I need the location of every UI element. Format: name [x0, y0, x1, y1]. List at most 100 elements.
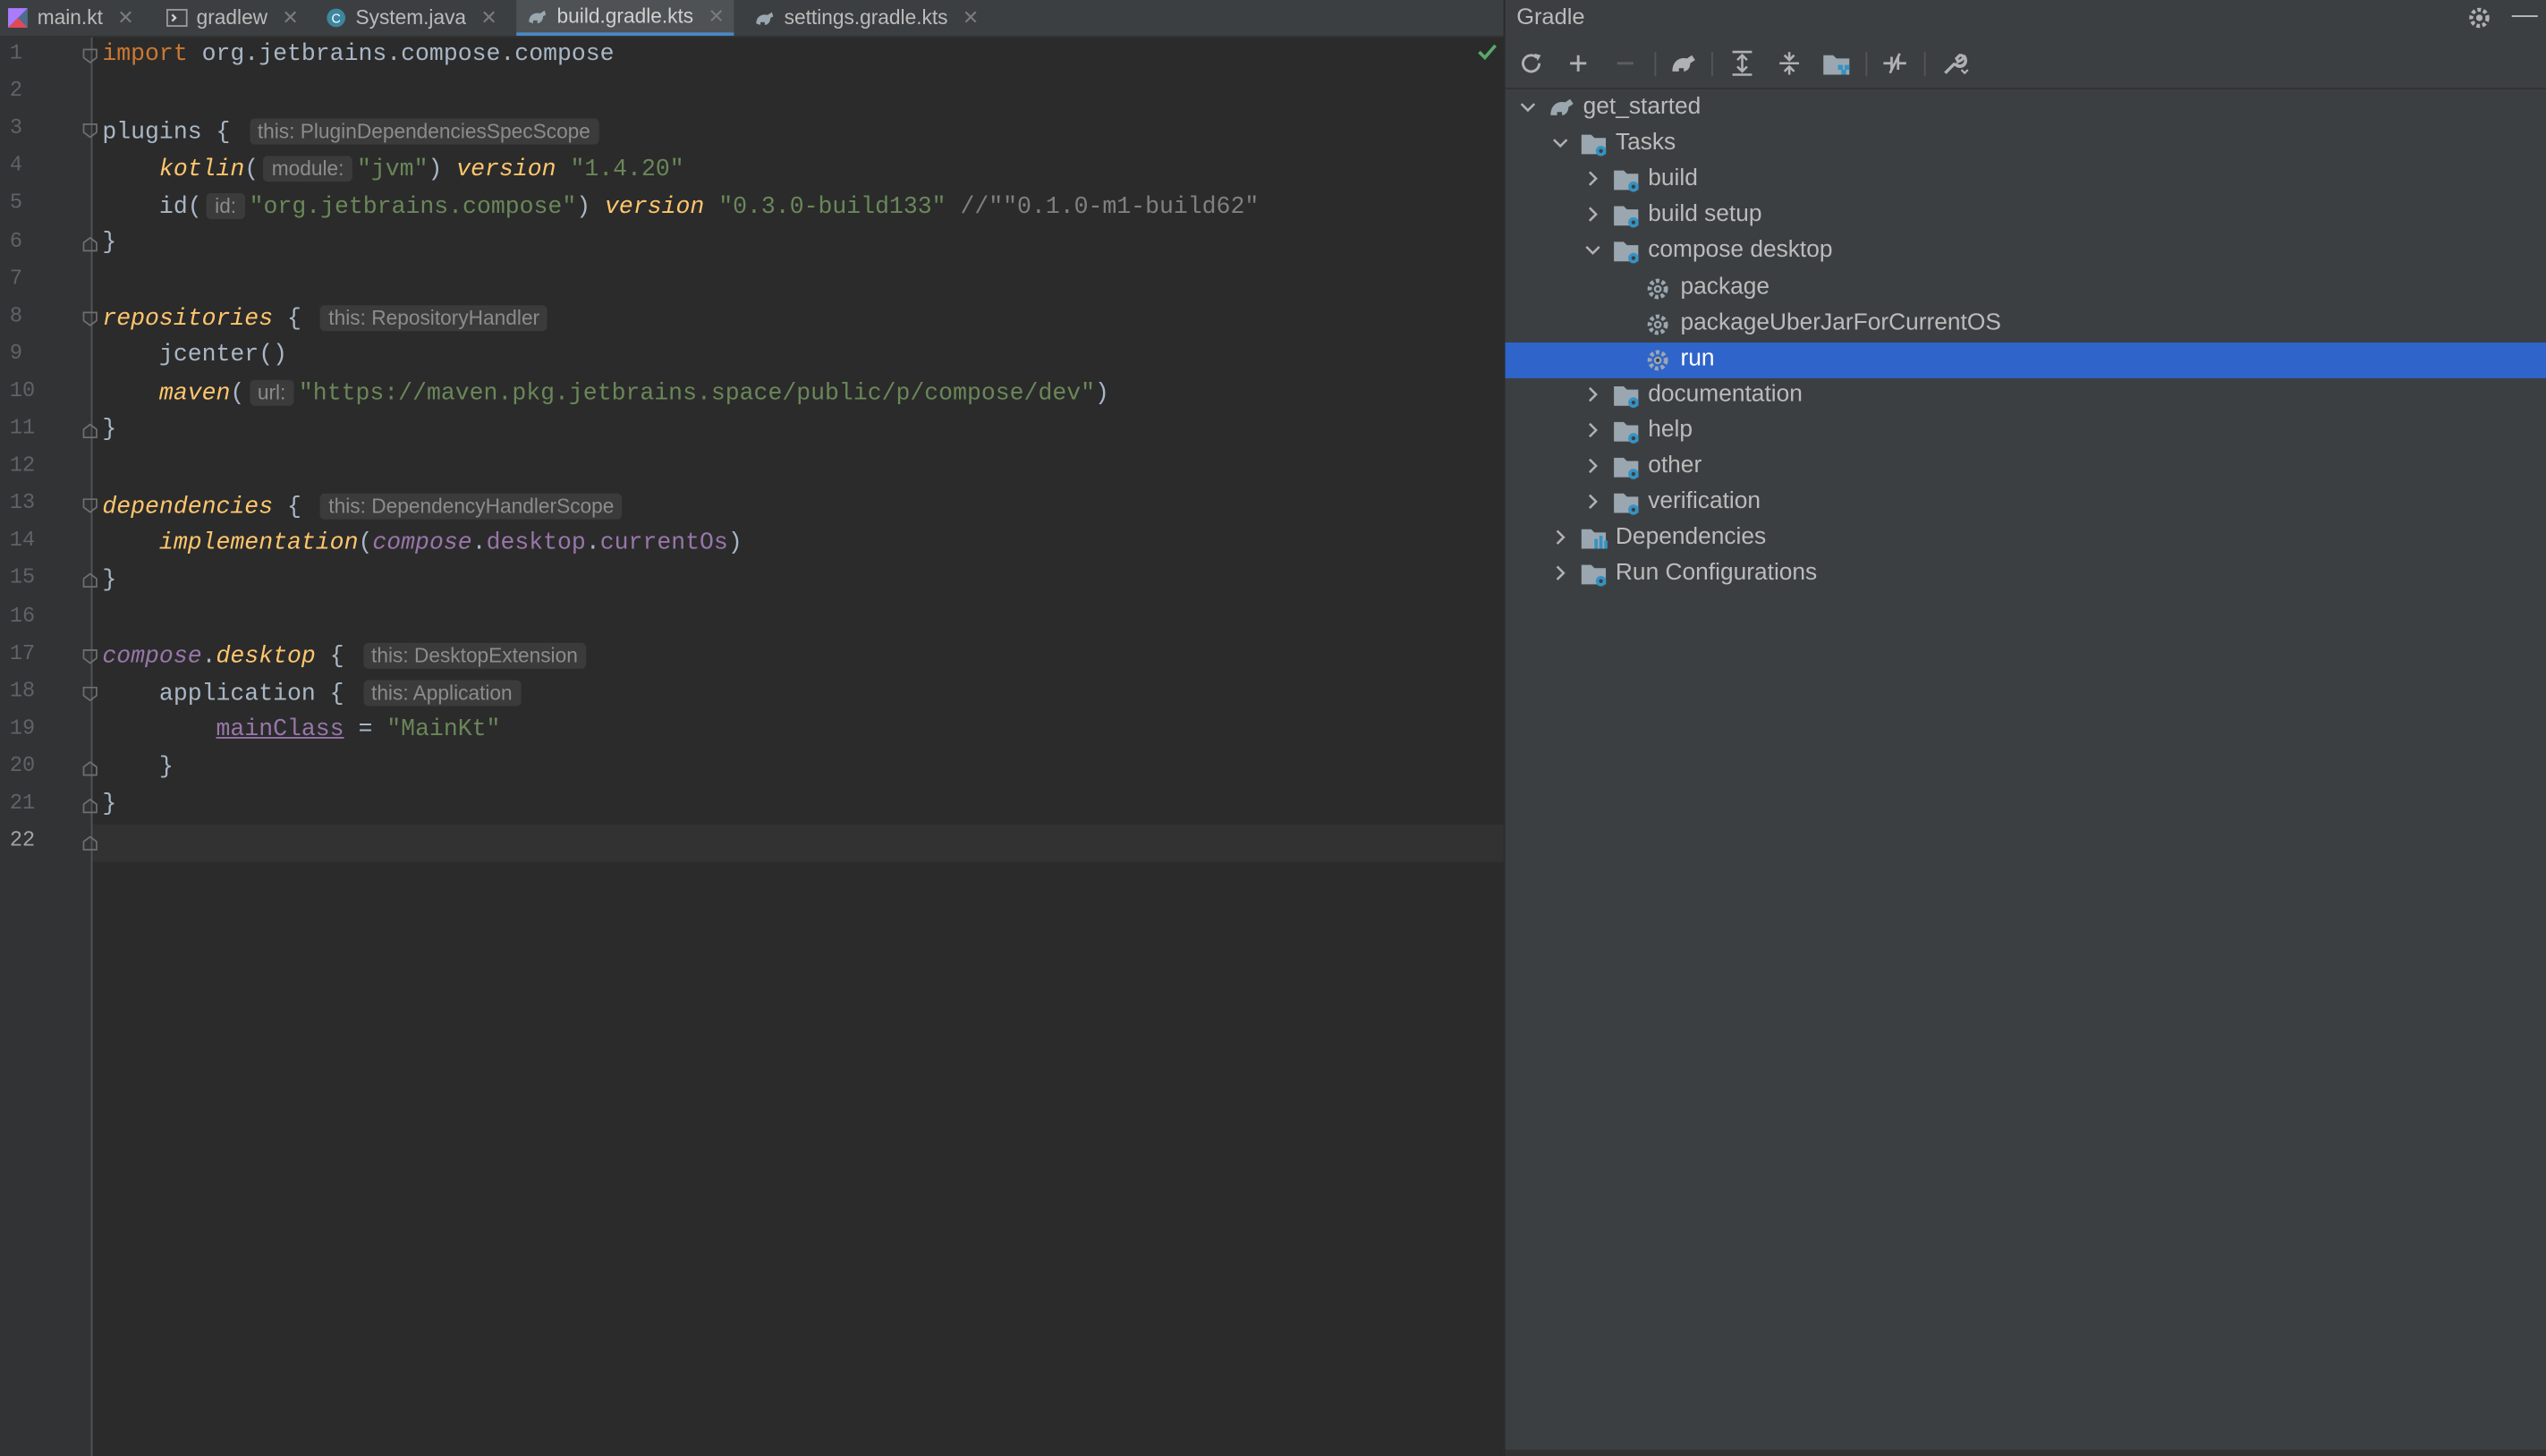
tree-node-other[interactable]: other: [1506, 450, 2546, 486]
toolbar-separator: [1711, 52, 1713, 77]
code-line-4[interactable]: kotlin(module: "jvm") version "1.4.20": [102, 153, 684, 185]
toggle-offline-icon[interactable]: [1877, 46, 1913, 81]
tree-node-run[interactable]: run: [1505, 342, 2546, 378]
expand-all-icon[interactable]: [1725, 46, 1761, 81]
line-number: 22: [9, 827, 36, 853]
code-line-5[interactable]: id(id: "org.jetbrains.compose") version "…: [102, 190, 1259, 222]
close-icon[interactable]: ✕: [282, 6, 298, 29]
close-icon[interactable]: ✕: [708, 4, 724, 27]
no-problems-check-icon[interactable]: [1476, 42, 1498, 62]
elephant-icon[interactable]: [1666, 46, 1702, 81]
code-line-15[interactable]: }: [102, 565, 116, 597]
fold-end-icon[interactable]: [82, 236, 98, 251]
chevron-right-icon[interactable]: [1583, 420, 1603, 440]
tab-system-java[interactable]: C System.java ✕: [325, 0, 497, 36]
fold-start-icon[interactable]: [82, 48, 98, 63]
minus-icon[interactable]: [1608, 46, 1643, 81]
tree-node-verification[interactable]: verification: [1506, 486, 2546, 521]
line-gutter[interactable]: 1 2 3 4 5 6 7 8 9 10 11 12 13 14 15 16 17 18 19 20 21 22: [0, 37, 98, 1456]
inlay-hint: module:: [263, 156, 352, 182]
line-number: 8: [9, 302, 23, 328]
chevron-right-icon[interactable]: [1583, 492, 1603, 512]
code-line-19[interactable]: mainClass = "MainKt": [102, 715, 501, 747]
close-icon[interactable]: ✕: [480, 6, 496, 29]
tree-node-run-configurations[interactable]: Run Configurations: [1506, 557, 2546, 593]
chevron-down-icon[interactable]: [1550, 133, 1570, 153]
tree-node-package[interactable]: package: [1506, 270, 2546, 306]
tree-node-label: other: [1648, 453, 1702, 479]
tree-node-compose-desktop[interactable]: compose desktop: [1506, 234, 2546, 270]
code-line-13[interactable]: dependencies { this: DependencyHandlerSc…: [102, 490, 627, 522]
fold-end-icon[interactable]: [82, 573, 98, 588]
minimize-icon[interactable]: —: [2512, 2, 2538, 31]
code-line-6[interactable]: }: [102, 227, 116, 259]
fold-end-icon[interactable]: [82, 423, 98, 439]
code-line-11[interactable]: }: [102, 414, 116, 446]
chevron-right-icon[interactable]: [1550, 563, 1570, 583]
tree-node-build-setup[interactable]: build setup: [1506, 199, 2546, 234]
fold-start-icon[interactable]: [82, 498, 98, 513]
gear-icon[interactable]: [2466, 4, 2492, 30]
token: org.jetbrains.compose.compose: [187, 42, 615, 69]
tab-main-kt[interactable]: main.kt ✕: [6, 0, 133, 36]
task-folder-icon: [1612, 167, 1642, 193]
code-line-17[interactable]: compose.desktop { this: DesktopExtension: [102, 639, 590, 672]
tab-build-gradle-kts[interactable]: build.gradle.kts ✕: [516, 0, 734, 36]
gradle-project-icon: [1548, 96, 1577, 122]
chevron-right-icon[interactable]: [1583, 456, 1603, 476]
code-line-3[interactable]: plugins { this: PluginDependenciesSpecSc…: [102, 115, 603, 148]
chevron-down-icon[interactable]: [1583, 241, 1603, 260]
folder-dependencies-icon[interactable]: [1819, 46, 1854, 81]
tree-node-dependencies[interactable]: Dependencies: [1506, 521, 2546, 557]
wrench-icon[interactable]: [1937, 46, 1973, 81]
token: ): [1095, 381, 1109, 408]
line-number: 12: [9, 453, 36, 478]
tab-label: settings.gradle.kts: [784, 6, 948, 30]
tree-node-tasks[interactable]: Tasks: [1506, 127, 2546, 163]
code-line-18[interactable]: application { this: Application: [102, 677, 525, 709]
plus-icon[interactable]: [1560, 46, 1596, 81]
chevron-right-icon[interactable]: [1583, 205, 1603, 224]
code-line-10[interactable]: maven(url: "https://maven.pkg.jetbrains.s…: [102, 377, 1109, 409]
fold-end-icon[interactable]: [82, 835, 98, 851]
chevron-down-icon[interactable]: [1518, 97, 1538, 117]
tree-node-get-started[interactable]: get_started: [1506, 91, 2546, 127]
fold-end-icon[interactable]: [82, 798, 98, 814]
fold-start-icon[interactable]: [82, 123, 98, 139]
code-line-8[interactable]: repositories { this: RepositoryHandler: [102, 302, 552, 334]
inlay-hint: this: DependencyHandlerScope: [320, 493, 623, 520]
fold-start-icon[interactable]: [82, 686, 98, 701]
tab-settings-gradle-kts[interactable]: settings.gradle.kts ✕: [753, 0, 979, 36]
fold-start-icon[interactable]: [82, 648, 98, 664]
code-line-14[interactable]: implementation(compose.desktop.currentOs…: [102, 528, 743, 560]
inlay-hint: this: RepositoryHandler: [320, 305, 548, 332]
task-folder-icon: [1612, 490, 1642, 516]
chevron-right-icon[interactable]: [1583, 169, 1603, 189]
tree-node-packageuberjarforcurrentos[interactable]: packageUberJarForCurrentOS: [1506, 306, 2546, 342]
chevron-right-icon[interactable]: [1583, 385, 1603, 404]
token: {: [273, 495, 301, 521]
close-icon[interactable]: ✕: [963, 6, 979, 29]
line-number: 17: [9, 640, 36, 665]
close-icon[interactable]: ✕: [117, 6, 133, 29]
tab-label: main.kt: [37, 6, 103, 30]
token: //""0.1.0-m1-build62": [946, 194, 1260, 221]
code-line-21[interactable]: }: [102, 789, 116, 821]
code-line-9[interactable]: jcenter(): [102, 339, 287, 371]
token: desktop: [486, 530, 586, 557]
tree-node-build[interactable]: build: [1506, 163, 2546, 199]
fold-end-icon[interactable]: [82, 761, 98, 776]
token: ): [576, 194, 606, 221]
code-line-1[interactable]: import org.jetbrains.compose.compose: [102, 39, 614, 72]
reload-icon[interactable]: [1514, 46, 1549, 81]
collapse-all-icon[interactable]: [1771, 46, 1807, 81]
tab-gradlew[interactable]: gradlew ✕: [165, 0, 299, 36]
chevron-right-icon[interactable]: [1550, 528, 1570, 547]
tree-node-help[interactable]: help: [1506, 414, 2546, 450]
tree-node-documentation[interactable]: documentation: [1506, 378, 2546, 414]
gear-icon: [1645, 275, 1675, 301]
fold-start-icon[interactable]: [82, 310, 98, 326]
code-line-20[interactable]: }: [102, 751, 174, 783]
